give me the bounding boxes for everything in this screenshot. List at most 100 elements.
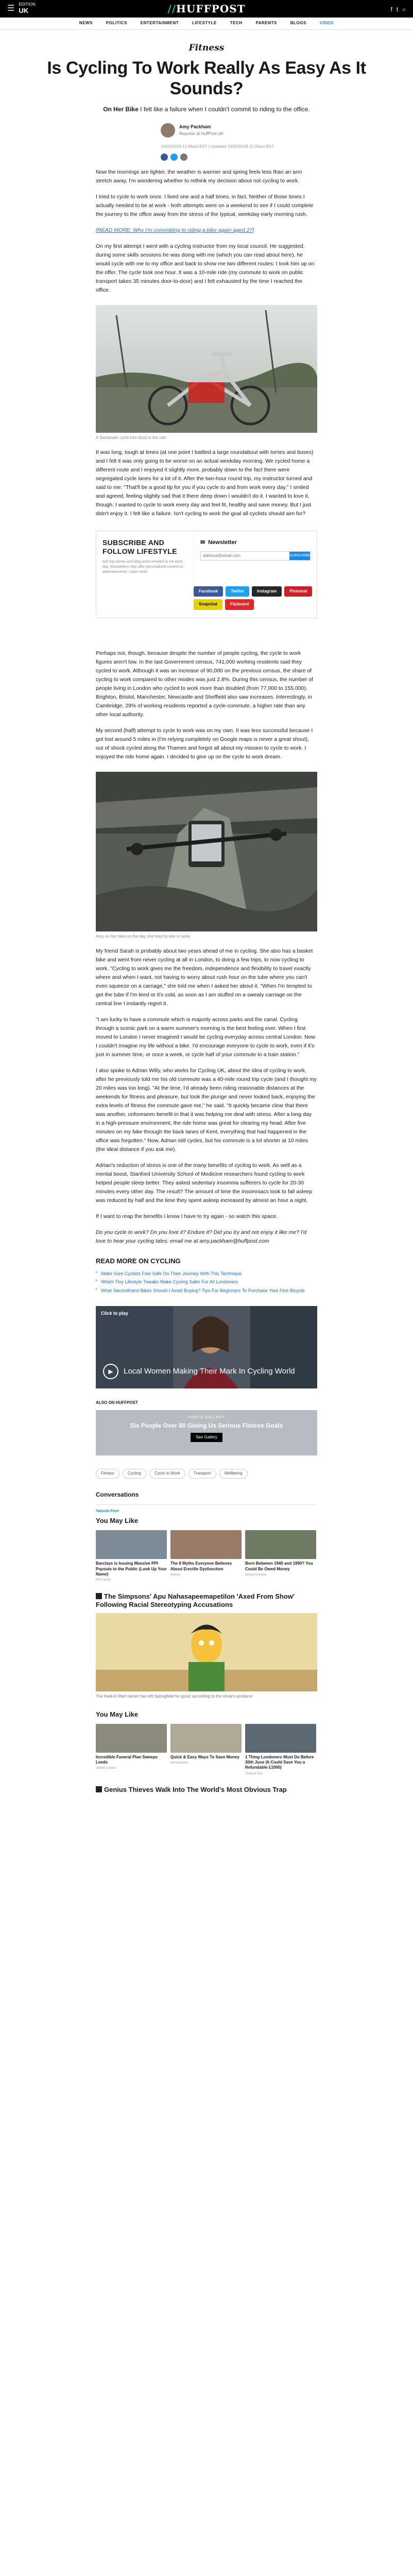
card-title: Quick & Easy Ways To Save Money [170,1754,239,1759]
conversations-heading: Conversations [96,1490,139,1498]
card-source: Golden Leaves [96,1767,117,1770]
photo-caption: A Santander cycle hire dock in the rain [96,435,166,440]
card-source: PPI Claims [96,1579,111,1582]
read-more-link[interactable]: Which Tiny Lifestyle Tweaks Make Cycling… [96,1278,317,1286]
read-more-link[interactable]: What Secondhand Bikes Should I Avoid Buy… [96,1286,317,1295]
search-icon[interactable]: ⌕ [402,5,406,14]
read-more-link[interactable]: Make Sure Cyclists Feel Safe On Their Jo… [96,1269,317,1278]
recommend-card[interactable]: 1 Thing Londoners Must Do Before 30th Ju… [245,1723,316,1776]
featured-image [96,1613,317,1692]
card-title: 1 Thing Londoners Must Do Before 30th Ju… [245,1754,314,1770]
share-facebook-icon[interactable] [161,153,168,161]
recommend-card[interactable]: Quick & Easy Ways To Save Money MoneyHac… [170,1723,242,1776]
follow-pinterest-button[interactable]: Pinterest [284,586,313,597]
photo-caption: Amy on her bike on the day she tried to … [96,934,190,939]
pullquote-link[interactable]: [READ MORE: Why I'm committing to riding… [96,226,317,235]
nav-tech[interactable]: TECH [230,20,243,26]
recommend-card[interactable]: Born Between 1940 and 1990? You Could Be… [245,1530,316,1583]
bike-dock-image [96,304,317,433]
play-icon[interactable]: ▶ [103,1363,118,1379]
paragraph: It was long, tough at times (at one poin… [96,449,314,517]
section-label[interactable]: Fitness [0,41,413,55]
nav-parents[interactable]: PARENTS [256,20,277,26]
card-source: MoneyHacks [170,1761,188,1765]
card-title: The 8 Myths Everyone Believes About Erec… [170,1561,232,1571]
social-follow-buttons: Facebook Twitter Instagram Pinterest Sna… [194,586,317,610]
follow-instagram-button[interactable]: Instagram [251,586,282,597]
article-icon [96,1592,102,1599]
recommend-row: Barclays is Issuing Massive PPI Payouts … [96,1530,317,1583]
gallery-promo[interactable]: PHOTO GALLERY Six People Over 80 Giving … [96,1410,317,1456]
follow-twitter-button[interactable]: Twitter [226,586,249,597]
author-role: Reporter at HuffPost UK [179,131,224,136]
author-name[interactable]: Amy Packham [179,124,223,131]
paragraph: I tried to cycle to work once. I lived o… [96,193,314,217]
site-logo[interactable]: //HUFFPOST [167,1,245,17]
tag-list: Fitness Cycling Cycle to Work Transport … [96,1469,317,1479]
card-source: Numan [170,1573,181,1577]
card-source: Money Checker [245,1573,267,1577]
paragraph: "I am lucky to have a commute which is m… [96,1016,316,1058]
share-email-icon[interactable] [180,153,187,161]
promo-kicker: PHOTO GALLERY [188,1416,225,1420]
nav-entertainment[interactable]: ENTERTAINMENT [141,20,179,26]
featured-title: The Simpsons' Apu Nahasapeemapetilon 'Ax… [96,1592,295,1608]
edition-selector[interactable]: EDITION UK [19,3,49,14]
tag[interactable]: Cycling [122,1469,147,1479]
article-icon [96,1786,102,1793]
edition-label: EDITION [19,2,36,7]
card-image [170,1723,242,1753]
card-image [245,1723,316,1753]
byline: Amy Packham Reporter at HuffPost UK [161,123,413,138]
menu-icon[interactable]: ☰ [7,3,14,15]
recommend-card[interactable]: Incredible Funeral Plan Sweeps Leeds Gol… [96,1723,167,1776]
twitter-icon[interactable]: t [397,5,398,14]
subscribe-button[interactable]: SUBSCRIBE [289,551,310,560]
also-on-heading: ALSO ON HUFFPOST [96,1400,138,1405]
sponsor-label[interactable]: Taboola Feed [96,1509,317,1515]
tag[interactable]: Wellbeing [219,1469,248,1479]
read-more-heading: READ MORE ON CYCLING [96,1257,181,1265]
paragraph: My second (half) attempt to cycle to wor… [96,727,313,760]
share-twitter-icon[interactable] [170,153,178,161]
dek-tag: On Her Bike [103,105,139,113]
newsletter-label: Newsletter [208,539,237,546]
nav-lifestyle[interactable]: LIFESTYLE [192,20,217,26]
email-field[interactable] [201,551,289,560]
nav-video[interactable]: VIDEO [320,20,334,26]
recommend-row: Incredible Funeral Plan Sweeps Leeds Gol… [96,1723,317,1776]
share-bar [161,153,413,161]
facebook-icon[interactable]: f [391,5,392,14]
recommend-card[interactable]: Barclays is Issuing Massive PPI Payouts … [96,1530,167,1583]
article-body: Now the mornings are lighter, the weathe… [96,168,317,1815]
follow-snapchat-button[interactable]: Snapchat [194,599,223,610]
video-player[interactable]: Click to play ▶ Local Women Making Their… [96,1306,317,1388]
pullquote-text[interactable]: [READ MORE: Why I'm committing to riding… [96,227,254,233]
follow-facebook-button[interactable]: Facebook [194,586,223,597]
card-image [170,1530,242,1560]
nav-blogs[interactable]: BLOGS [290,20,306,26]
follow-flipboard-button[interactable]: Flipboard [225,599,254,610]
featured-story[interactable]: The Simpsons' Apu Nahasapeemapetilon 'Ax… [96,1592,317,1700]
tag[interactable]: Transport [188,1469,216,1479]
card-source: Finance Tips [245,1772,263,1775]
see-gallery-button[interactable]: See Gallery [191,1433,222,1443]
timestamp: 10/05/2018 11:05am BST | Updated 10/05/2… [161,144,274,149]
read-more-block: READ MORE ON CYCLING Make Sure Cyclists … [96,1256,317,1295]
simpsons-illustration [96,1613,317,1692]
tag[interactable]: Fitness [96,1469,119,1479]
tag[interactable]: Cycle to Work [149,1469,185,1479]
author-avatar[interactable] [161,123,175,138]
dek-text: I felt like a failure when I couldn't co… [140,105,310,113]
paragraph: Adrian's reduction of stress is one of t… [96,1162,313,1204]
you-may-like-heading-2: You May Like [96,1710,139,1718]
card-image [96,1530,167,1560]
nav-politics[interactable]: POLITICS [106,20,127,26]
edition-value: UK [19,7,29,15]
featured-story-2[interactable]: Genius Thieves Walk Into The World's Mos… [96,1786,317,1794]
promo-title: Six People Over 80 Giving Us Serious Fit… [130,1422,283,1430]
nav-news[interactable]: NEWS [79,20,93,26]
page-footer-space [96,1794,317,1815]
top-bar: ☰ EDITION UK //HUFFPOST f t ⌕ [0,0,413,18]
recommend-card[interactable]: The 8 Myths Everyone Believes About Erec… [170,1530,242,1583]
